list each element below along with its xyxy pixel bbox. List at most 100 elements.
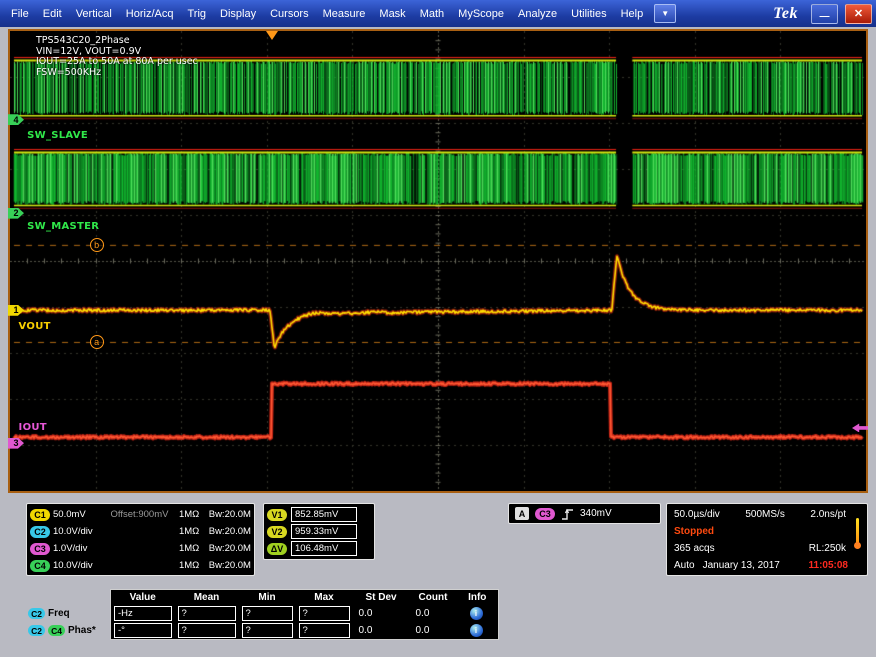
menu-item-trig[interactable]: Trig: [180, 4, 213, 24]
measurement-row-label-phase: C2 C4 Phas*: [28, 624, 96, 637]
minimize-icon: —: [820, 11, 830, 22]
info-icon[interactable]: i: [470, 624, 483, 637]
channel-2-scale: 10.0V/div: [53, 526, 108, 537]
channel-4-badge[interactable]: C4: [30, 560, 50, 572]
channel-3-badge[interactable]: C3: [30, 543, 50, 555]
col-mean: Mean: [175, 590, 239, 606]
record-length: RL:250k: [809, 543, 846, 554]
measurement-table-header: Value Mean Min Max St Dev Count Info: [111, 590, 499, 606]
channel-1-bandwidth: Bw:20.0M: [209, 509, 251, 520]
menu-item-help[interactable]: Help: [614, 4, 651, 24]
menu-item-cursors[interactable]: Cursors: [263, 4, 316, 24]
menu-item-math[interactable]: Math: [413, 4, 451, 24]
freq-mean: ?: [178, 606, 236, 621]
table-row-freq: -Hz ? ? ? 0.0 0.0 i: [111, 605, 499, 622]
cursor-v1-row: V1 852.85mV: [267, 506, 371, 523]
cursor-v1-value: 852.85mV: [291, 507, 357, 522]
channel-4-scale: 10.0V/div: [53, 560, 108, 571]
cursor-delta-value: 106.48mV: [291, 541, 357, 556]
col-value: Value: [111, 590, 175, 606]
menu-item-edit[interactable]: Edit: [36, 4, 69, 24]
col-min: Min: [239, 590, 296, 606]
channel-4-source-badge: C4: [48, 625, 65, 636]
help-dropdown-button[interactable]: ▼: [654, 4, 676, 23]
measurement-name-freq: Freq: [48, 608, 70, 619]
freq-stdev: 0.0: [356, 608, 407, 619]
menu-item-analyze[interactable]: Analyze: [511, 4, 564, 24]
menu-item-measure[interactable]: Measure: [316, 4, 373, 24]
info-icon[interactable]: i: [470, 607, 483, 620]
acquisition-panel: 50.0µs/div 500MS/s 2.0ns/pt Stopped 365 …: [666, 503, 868, 576]
cursor-v1-badge[interactable]: V1: [267, 509, 287, 521]
annotation-line-1: TPS543C20_2Phase: [36, 36, 198, 47]
freq-min: ?: [242, 606, 293, 621]
channel-1-impedance: 1MΩ: [179, 509, 206, 520]
menu-item-myscope[interactable]: MyScope: [451, 4, 511, 24]
trigger-source-badge[interactable]: C3: [535, 508, 555, 520]
channel-2-source-badge: C2: [28, 608, 45, 619]
close-button[interactable]: ✕: [845, 4, 872, 24]
waveform-label-vout: VOUT: [19, 321, 51, 332]
phase-mean: ?: [178, 623, 236, 638]
col-stdev: St Dev: [353, 590, 410, 606]
waveform-label-sw_slave: SW_SLAVE: [27, 130, 88, 141]
tek-logo: Tek: [773, 5, 798, 23]
measurement-name-phase: Phas*: [68, 625, 96, 636]
intensity-thermometer-icon: [854, 518, 862, 552]
cursor-v2-value: 959.33mV: [291, 524, 357, 539]
menu-item-vertical[interactable]: Vertical: [69, 4, 119, 24]
channel-4-impedance: 1MΩ: [179, 560, 206, 571]
annotation-line-3: IOUT=25A to 50A at 80A per usec: [36, 57, 198, 68]
channel-1-row: C1 50.0mV Offset:900mV 1MΩ Bw:20.0M: [30, 506, 251, 523]
freq-count: 0.0: [413, 608, 454, 619]
channel-2-row: C2 10.0V/div 1MΩ Bw:20.0M: [30, 523, 251, 540]
measurement-table: Value Mean Min Max St Dev Count Info -Hz…: [110, 589, 499, 640]
menu-item-file[interactable]: File: [4, 4, 36, 24]
window-controls: Tek — ✕: [773, 4, 872, 24]
menu-item-utilities[interactable]: Utilities: [564, 4, 613, 24]
scope-annotations: TPS543C20_2Phase VIN=12V, VOUT=0.9V IOUT…: [36, 36, 198, 78]
col-max: Max: [296, 590, 353, 606]
waveform-label-sw_master: SW_MASTER: [27, 221, 99, 232]
phase-count: 0.0: [413, 625, 454, 636]
cursor-v2-badge[interactable]: V2: [267, 526, 287, 538]
phase-min: ?: [242, 623, 293, 638]
trigger-position-marker[interactable]: [266, 31, 278, 40]
phase-max: ?: [299, 623, 350, 638]
menu-item-horiz-acq[interactable]: Horiz/Acq: [119, 4, 181, 24]
trigger-panel: A C3 340mV: [508, 503, 661, 524]
waveform-canvas: [10, 31, 866, 491]
menu-item-display[interactable]: Display: [213, 4, 263, 24]
trigger-a-badge: A: [515, 507, 529, 520]
cursor-a-handle[interactable]: a: [90, 335, 104, 349]
measurement-row-label-freq: C2 Freq: [28, 607, 70, 620]
channel-1-badge[interactable]: C1: [30, 509, 50, 521]
sample-rate-readout: 500MS/s: [745, 509, 784, 520]
annotation-line-4: FSW=500KHz: [36, 68, 198, 79]
date-readout: January 13, 2017: [703, 560, 780, 571]
col-info: Info: [457, 590, 499, 606]
channel-2-badge[interactable]: C2: [30, 526, 50, 538]
cursor-b-handle[interactable]: b: [90, 238, 104, 252]
freq-value: -Hz: [114, 606, 172, 621]
col-count: Count: [410, 590, 457, 606]
channel-4-row: C4 10.0V/div 1MΩ Bw:20.0M: [30, 557, 251, 574]
menu-bar: File Edit Vertical Horiz/Acq Trig Displa…: [0, 0, 876, 27]
cursor-readout-panel: V1 852.85mV V2 959.33mV ΔV 106.48mV: [263, 503, 375, 560]
caret-down-icon: ▼: [661, 9, 669, 18]
trigger-mode: Auto: [674, 560, 695, 571]
minimize-button[interactable]: —: [811, 4, 838, 24]
channel-settings-panel: C1 50.0mV Offset:900mV 1MΩ Bw:20.0M C2 1…: [26, 503, 255, 576]
phase-value: -°: [114, 623, 172, 638]
time-readout: 11:05:08: [809, 560, 848, 571]
cursor-delta-row: ΔV 106.48mV: [267, 540, 371, 557]
phase-stdev: 0.0: [356, 625, 407, 636]
channel-2-bandwidth: Bw:20.0M: [209, 526, 251, 537]
trigger-slope-icon: [561, 507, 574, 521]
channel-3-bandwidth: Bw:20.0M: [209, 543, 251, 554]
cursor-v2-row: V2 959.33mV: [267, 523, 371, 540]
trigger-level: 340mV: [580, 508, 612, 519]
channel-3-row: C3 1.0V/div 1MΩ Bw:20.0M: [30, 540, 251, 557]
waveform-label-iout: IOUT: [19, 422, 47, 433]
menu-item-mask[interactable]: Mask: [372, 4, 412, 24]
